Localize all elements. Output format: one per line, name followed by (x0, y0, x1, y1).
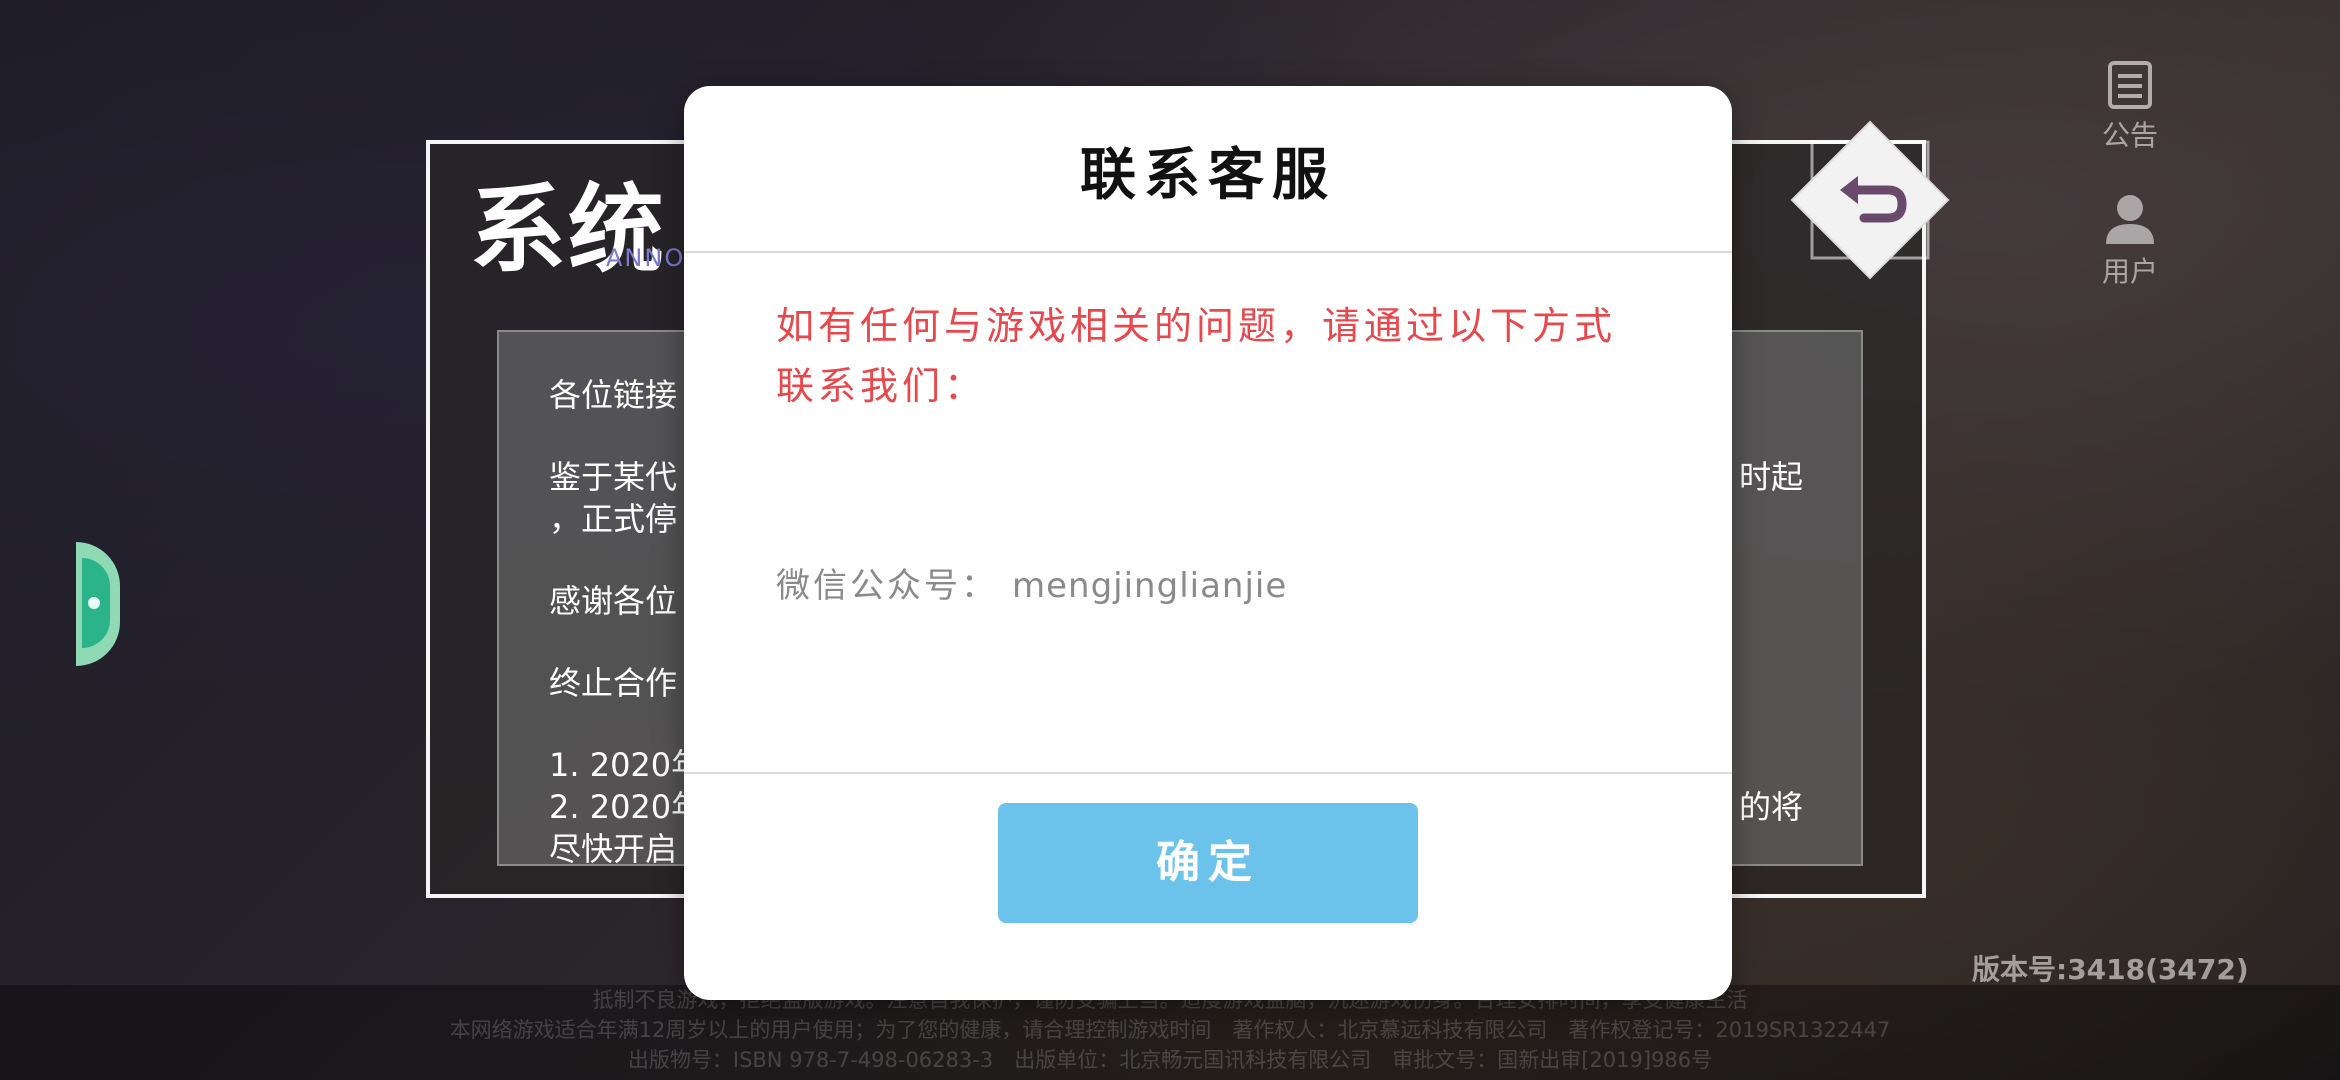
footer-line: 本网络游戏适合年满12周岁以上的用户使用；为了您的健康，请合理控制游戏时间 著作… (449, 1018, 1891, 1042)
confirm-button[interactable]: 确定 (998, 803, 1418, 923)
wechat-label: 微信公众号： (776, 566, 998, 606)
dialog-divider (684, 772, 1732, 774)
notice-menu-label: 公告 (2101, 119, 2158, 152)
announcement-line: 各位链接 (549, 376, 678, 414)
version-label: 版本号:3418(3472) (1972, 953, 2249, 986)
announcement-line: 的将 (1739, 788, 1804, 826)
notice-menu-button[interactable]: 公告 (2070, 60, 2190, 154)
footer-line: 出版物号：ISBN 978-7-498-06283-3 出版单位：北京畅元国讯科… (627, 1048, 1713, 1072)
user-icon (2106, 195, 2154, 244)
wechat-contact: 微信公众号： mengjinglianjie (776, 558, 1287, 607)
announcement-line: 感谢各位 (549, 582, 678, 620)
dialog-divider (684, 251, 1732, 253)
notice-icon (2108, 61, 2152, 109)
announcement-line: 终止合作 (549, 664, 678, 702)
announcement-line: 尽快开启 (549, 830, 678, 866)
user-menu-label: 用户 (2101, 255, 2158, 288)
dialog-title: 联系客服 (1080, 143, 1336, 208)
announcement-line: ，正式停 (549, 500, 678, 538)
return-icon (1790, 120, 1950, 280)
user-menu-button[interactable]: 用户 (2070, 190, 2190, 290)
announcement-line: 时起 (1739, 458, 1804, 496)
dialog-message: 如有任何与游戏相关的问题，请通过以下方式联系我们： (776, 304, 1617, 408)
contact-support-dialog: 联系客服 如有任何与游戏相关的问题，请通过以下方式联系我们： 微信公众号： men… (684, 86, 1732, 1000)
wechat-account: mengjinglianjie (1012, 566, 1288, 606)
announcement-line: 鉴于某代 (549, 458, 678, 496)
return-button[interactable] (1790, 120, 1950, 280)
